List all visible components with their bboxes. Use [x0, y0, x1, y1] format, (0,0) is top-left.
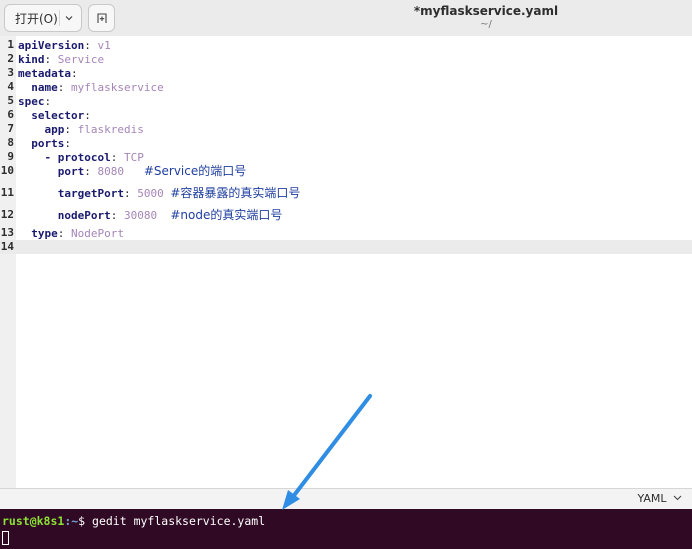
line-content: nodePort: 30080 #node的真实端口号	[18, 208, 283, 223]
yaml-key: name	[18, 81, 58, 94]
code-line: 2 kind: Service	[0, 52, 104, 66]
line-content: selector:	[18, 108, 91, 123]
yaml-separator: :	[123, 187, 138, 200]
line-number: 2	[7, 52, 14, 65]
yaml-separator: :	[44, 53, 58, 66]
yaml-comment: #node的真实端口号	[170, 208, 283, 222]
line-content: metadata:	[18, 66, 78, 81]
prompt-path: :~	[64, 514, 79, 528]
line-number: 8	[7, 136, 14, 149]
line-content: kind: Service	[18, 52, 104, 67]
line-number: 7	[7, 122, 14, 135]
yaml-key: nodePort	[18, 209, 111, 222]
code-line: 4 name: myflaskservice	[0, 80, 163, 94]
line-number: 1	[7, 38, 14, 51]
line-content: spec:	[18, 94, 51, 109]
yaml-separator: :	[84, 109, 91, 122]
line-content: type: NodePort	[18, 226, 124, 241]
line-number: 11	[0, 186, 14, 199]
yaml-value: 5000	[137, 187, 171, 200]
yaml-separator: :	[64, 137, 71, 150]
line-content: app: flaskredis	[18, 122, 144, 137]
line-number: 3	[7, 66, 14, 79]
yaml-key: kind	[18, 53, 45, 66]
yaml-value: 8080	[97, 165, 144, 178]
yaml-key: targetPort	[18, 187, 124, 200]
yaml-value: Service	[57, 53, 105, 66]
yaml-value: myflaskservice	[71, 81, 164, 94]
yaml-key: spec	[18, 95, 45, 108]
code-line: 5 spec:	[0, 94, 51, 108]
text-editor[interactable]: 1 apiVersion: v1 2 kind: Service 3 metadata: 4…	[0, 36, 692, 488]
terminal-command: gedit myflaskservice.yaml	[92, 514, 266, 528]
code-line: 8 ports:	[0, 136, 71, 150]
status-bar: YAML	[0, 488, 692, 509]
chevron-down-icon	[673, 495, 682, 501]
yaml-key: metadata	[18, 67, 71, 80]
yaml-value: NodePort	[71, 227, 124, 240]
line-content: apiVersion: v1	[18, 38, 111, 53]
yaml-key: type	[18, 227, 58, 240]
prompt-user-host: rust@k8s1	[2, 514, 65, 528]
code-line: 13 type: NodePort	[0, 226, 124, 240]
line-number: 5	[7, 94, 14, 107]
code-line: 7 app: flaskredis	[0, 122, 143, 136]
code-line: 3 metadata:	[0, 66, 77, 80]
yaml-key: app	[18, 123, 65, 136]
language-selector[interactable]: YAML	[637, 492, 682, 505]
line-number: 10	[0, 164, 14, 177]
document-title-area: *myflaskservice.yaml ~/	[0, 4, 692, 31]
document-path: ~/	[480, 19, 492, 30]
line-number: 9	[7, 150, 14, 163]
terminal-panel[interactable]: rust@k8s1:~$ gedit myflaskservice.yaml	[0, 509, 692, 549]
yaml-key: - protocol	[18, 151, 111, 164]
current-line-highlight	[0, 240, 692, 254]
code-line: 9 - protocol: TCP	[0, 150, 143, 164]
line-content: name: myflaskservice	[18, 80, 164, 95]
yaml-key: ports	[18, 137, 65, 150]
yaml-separator: :	[110, 209, 124, 222]
yaml-value: v1	[97, 39, 111, 52]
terminal-prompt-line: rust@k8s1:~$ gedit myflaskservice.yaml	[2, 514, 265, 528]
code-line: 14	[0, 240, 14, 254]
yaml-value: 30080	[123, 209, 171, 222]
yaml-comment: #Service的端口号	[143, 164, 247, 178]
yaml-separator: :	[84, 165, 98, 178]
yaml-key: selector	[18, 109, 85, 122]
yaml-separator: :	[44, 95, 52, 108]
code-line: 6 selector:	[0, 108, 90, 122]
line-number: 14	[0, 240, 14, 253]
yaml-value: TCP	[123, 151, 144, 164]
line-number: 6	[7, 108, 14, 121]
code-line: 1 apiVersion: v1	[0, 38, 110, 52]
yaml-separator: :	[57, 227, 71, 240]
document-title: *myflaskservice.yaml	[413, 4, 559, 18]
code-line: 12 nodePort: 30080 #node的真实端口号	[0, 208, 283, 222]
terminal-cursor	[2, 531, 9, 545]
yaml-separator: :	[84, 39, 98, 52]
line-content: port: 8080 #Service的端口号	[18, 164, 247, 179]
prompt-symbol: $	[78, 514, 93, 528]
yaml-value: flaskredis	[77, 123, 144, 136]
yaml-separator: :	[57, 81, 71, 94]
language-label: YAML	[637, 492, 667, 505]
line-content: ports:	[18, 136, 71, 151]
yaml-separator: :	[64, 123, 78, 136]
yaml-comment: #容器暴露的真实端口号	[170, 186, 301, 200]
line-content: targetPort: 5000 #容器暴露的真实端口号	[18, 186, 301, 201]
yaml-key: port	[18, 165, 85, 178]
header-bar: 打开(O) *myflaskservice.yaml ~/	[0, 0, 692, 37]
yaml-key: apiVersion	[18, 39, 85, 52]
code-line: 11 targetPort: 5000 #容器暴露的真实端口号	[0, 186, 301, 200]
line-content: - protocol: TCP	[18, 150, 144, 165]
yaml-separator: :	[110, 151, 124, 164]
code-line: 10 port: 8080 #Service的端口号	[0, 164, 247, 178]
yaml-separator: :	[70, 67, 78, 80]
line-number: 4	[7, 80, 14, 93]
line-number: 13	[0, 226, 14, 239]
line-number: 12	[0, 208, 14, 221]
